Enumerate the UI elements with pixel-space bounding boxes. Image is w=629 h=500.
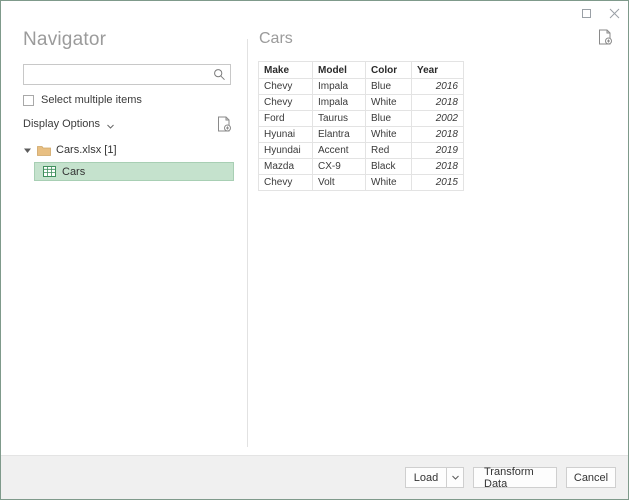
column-header-color[interactable]: Color [365,61,412,79]
navigator-dialog: Navigator Select multiple items Display … [0,0,629,500]
dialog-body: Navigator Select multiple items Display … [1,29,628,455]
transform-data-button[interactable]: Transform Data [473,466,557,490]
table-row: Hyunai Elantra White 2018 [258,126,464,143]
column-header-year[interactable]: Year [411,61,464,79]
cell-make: Hyundai [258,142,313,159]
select-multiple-checkbox[interactable] [23,94,34,106]
column-header-make[interactable]: Make [258,61,313,79]
cell-make: Chevy [258,78,313,95]
cell-make: Hyunai [258,126,313,143]
search-icon [213,68,226,81]
title-bar [1,1,628,29]
cell-color: Red [365,142,412,159]
cell-model: Impala [312,78,366,95]
maximize-icon [581,8,592,19]
preview-table-wrap: Make Model Color Year Chevy Impala Blue 2016 Ch… [258,61,464,191]
table-row: Mazda CX-9 Black 2018 [258,158,464,175]
close-button[interactable] [600,1,628,25]
cancel-button[interactable]: Cancel [566,467,616,488]
cell-model: Accent [312,142,366,159]
cell-year: 2016 [411,78,464,95]
maximize-button[interactable] [572,1,600,25]
close-icon [609,8,620,19]
cell-year: 2019 [411,142,464,159]
cell-make: Ford [258,110,313,127]
preview-pane: Cars Make Model Color Year Chevy Impala … [247,29,628,455]
cell-color: Black [365,158,412,175]
select-multiple-label: Select multiple items [41,94,142,106]
cell-color: White [365,126,412,143]
cell-year: 2002 [411,110,464,127]
display-options-row: Display Options [23,116,231,132]
column-header-model[interactable]: Model [312,61,366,79]
tree-node-workbook[interactable]: Cars.xlsx [1] [23,142,231,158]
cell-year: 2018 [411,158,464,175]
cell-model: Volt [312,174,366,191]
expander-collapse-icon[interactable] [23,146,32,155]
tree-node-label: Cars.xlsx [1] [56,144,117,156]
dialog-footer: Load Transform Data Cancel [1,455,628,499]
cell-color: Blue [365,78,412,95]
cell-color: Blue [365,110,412,127]
load-dropdown-button[interactable] [446,467,464,488]
load-button[interactable]: Load [405,467,446,488]
cell-model: Impala [312,94,366,111]
cell-year: 2018 [411,126,464,143]
preview-title: Cars [259,30,293,47]
search-input[interactable] [23,64,231,85]
page-refresh-icon[interactable] [217,116,231,132]
window-controls [572,1,628,25]
table-body: Chevy Impala Blue 2016 Chevy Impala White 2018 F… [258,78,464,191]
load-split-button: Load [405,467,464,488]
preview-header: Cars [258,29,628,49]
select-multiple-row[interactable]: Select multiple items [23,94,247,106]
table-row: Chevy Impala Blue 2016 [258,78,464,95]
table-row: Ford Taurus Blue 2002 [258,110,464,127]
cell-make: Chevy [258,174,313,191]
folder-icon [37,145,51,156]
display-options-label[interactable]: Display Options [23,118,100,130]
navigator-tree: Cars.xlsx [1] Cars [23,142,234,181]
table-row: Chevy Impala White 2018 [258,94,464,111]
preview-table: Make Model Color Year Chevy Impala Blue 2016 Ch… [258,61,464,191]
table-row: Hyundai Accent Red 2019 [258,142,464,159]
chevron-down-icon[interactable] [107,121,114,129]
cell-make: Chevy [258,94,313,111]
chevron-down-icon [451,472,459,484]
cell-model: Elantra [312,126,366,143]
cell-color: White [365,94,412,111]
table-row: Chevy Volt White 2015 [258,174,464,191]
cell-model: CX-9 [312,158,366,175]
table-icon [43,166,56,177]
cell-year: 2018 [411,94,464,111]
cell-color: White [365,174,412,191]
navigator-pane: Navigator Select multiple items Display … [1,29,247,455]
preview-page-refresh-icon[interactable] [598,29,612,45]
tree-item-cars[interactable]: Cars [34,162,234,181]
tree-item-label: Cars [62,165,86,178]
cell-make: Mazda [258,158,313,175]
page-title: Navigator [23,29,107,50]
cell-year: 2015 [411,174,464,191]
search-row [23,64,231,85]
table-header-row: Make Model Color Year [258,61,464,79]
cell-model: Taurus [312,110,366,127]
